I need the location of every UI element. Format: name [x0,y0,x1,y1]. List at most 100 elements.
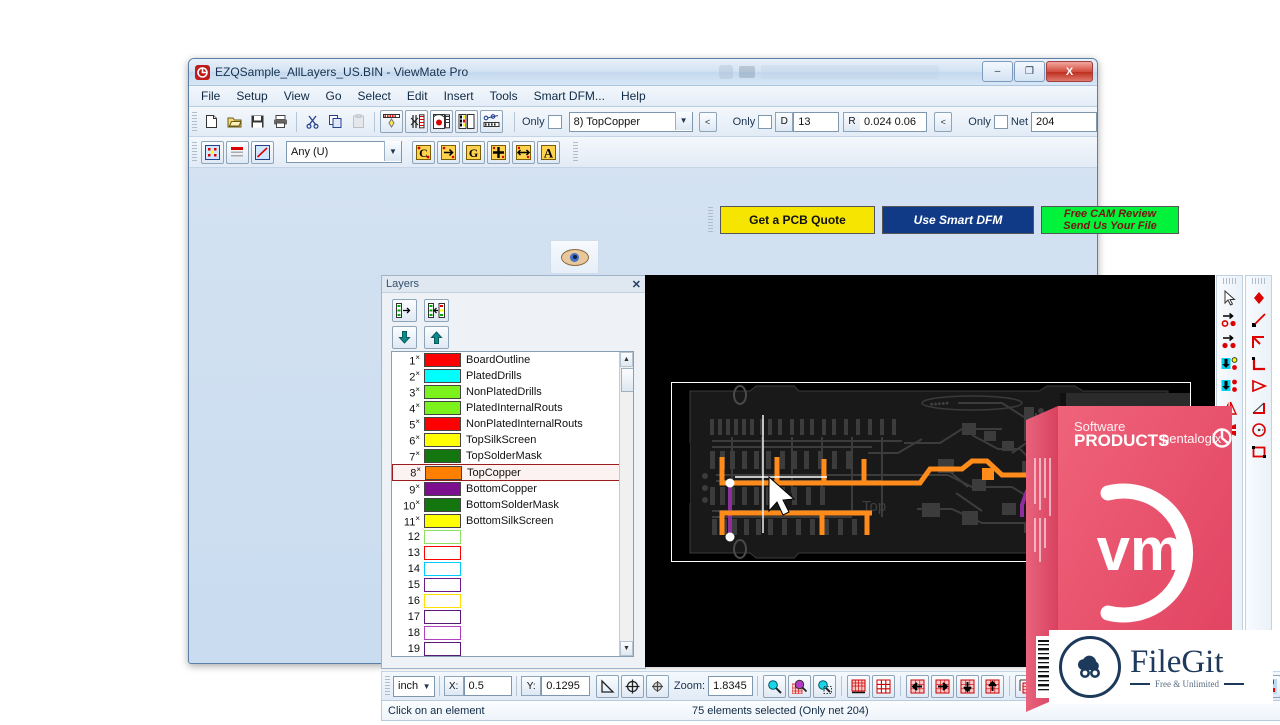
layer-row[interactable]: 19 [392,641,633,656]
layer-move-down-icon[interactable] [392,326,417,349]
group-select-icon[interactable]: G [462,140,485,164]
layers-list[interactable]: 1× BoardOutline 2× PlatedDrills 3× NonPlatedD… [391,351,634,657]
layer-color-swatch[interactable] [424,626,461,640]
layer-color-swatch[interactable] [424,498,461,512]
layer-row[interactable]: 15 [392,577,633,593]
toolbar-grip-3[interactable] [573,142,578,162]
layer-color-swatch[interactable] [425,465,462,480]
copy-icon[interactable] [325,111,346,132]
unit-combo[interactable]: inch ▼ [393,675,435,697]
menu-item-setup[interactable]: Setup [228,88,275,104]
bottom-grip[interactable] [385,676,390,696]
layer-color-swatch[interactable] [424,353,461,367]
menu-item-select[interactable]: Select [350,88,399,104]
menu-item-view[interactable]: View [276,88,318,104]
layers-show-one-icon[interactable] [392,299,417,322]
layer-color-swatch[interactable] [424,594,461,608]
dcode-only-checkbox[interactable] [758,114,773,129]
draw-polyline-icon[interactable] [1248,331,1269,352]
menu-item-smart-dfm[interactable]: Smart DFM... [526,88,613,104]
pan-down-icon[interactable] [956,674,979,698]
layer-row[interactable]: 6× TopSilkScreen [392,432,633,448]
pan-left-icon[interactable] [906,674,929,698]
vtoolbar-grip-b[interactable] [1252,278,1265,284]
pan-right-icon[interactable] [931,674,954,698]
layer-row[interactable]: 18 [392,625,633,641]
zoom-window-icon[interactable] [763,674,786,698]
highlight-layer-icon[interactable] [380,110,403,133]
element-filter-combo[interactable]: Any (U) ▼ [286,141,402,163]
layer-row[interactable]: 11× BottomSilkScreen [392,513,633,529]
open-file-icon[interactable] [224,111,245,132]
fit-page-icon[interactable] [847,674,870,698]
layer-color-swatch[interactable] [424,610,461,624]
layer-color-swatch[interactable] [424,578,461,592]
pointer-select-icon[interactable] [1219,287,1240,308]
layer-row[interactable]: 5× NonPlatedInternalRouts [392,416,633,432]
draw-corner-icon[interactable] [1248,353,1269,374]
layer-row[interactable]: 13 [392,545,633,561]
aperture-icon[interactable] [430,110,453,133]
select-area-icon[interactable] [201,140,224,164]
eye-visibility-icon[interactable] [560,248,589,266]
x-coordinate-field[interactable]: 0.5 [463,676,513,696]
layers-show-all-icon[interactable] [424,299,449,322]
layer-row[interactable]: 16 [392,593,633,609]
free-cam-review-button[interactable]: Free CAM Review Send Us Your File [1041,206,1179,234]
datum-point-icon[interactable] [645,674,669,698]
close-button[interactable]: X [1046,61,1093,82]
copy-pads-icon[interactable] [1219,331,1240,352]
layer-row[interactable]: 4× PlatedInternalRouts [392,400,633,416]
layer-color-swatch[interactable] [424,514,461,528]
layer-row[interactable]: 8× TopCopper [392,464,633,481]
cut-icon[interactable] [302,111,323,132]
draw-circle-icon[interactable] [1248,419,1269,440]
layer-color-swatch[interactable] [424,546,461,560]
y-coordinate-field[interactable]: 0.1295 [541,676,590,696]
move-element-icon[interactable] [437,140,460,164]
layer-color-swatch[interactable] [424,642,461,656]
scroll-up-icon[interactable]: ▲ [620,352,633,367]
layer-row[interactable]: 12 [392,529,633,545]
close-icon[interactable]: ✕ [632,278,641,291]
menu-item-tools[interactable]: Tools [482,88,526,104]
net-value-field[interactable]: 204 [1031,111,1097,132]
vtoolbar-grip-a[interactable] [1223,278,1236,284]
zoom-previous-icon[interactable] [813,674,836,698]
menu-item-edit[interactable]: Edit [399,88,436,104]
zoom-all-icon[interactable] [788,674,811,698]
chevron-down-icon-2[interactable]: ▼ [384,141,401,161]
copper-select-icon[interactable]: C [412,140,435,164]
promo-grip[interactable] [708,207,713,233]
draw-triangle-icon[interactable] [1248,375,1269,396]
layer-stack-icon[interactable] [226,140,249,164]
layer-color-swatch[interactable] [424,433,461,447]
layer-color-swatch[interactable] [424,401,461,415]
expand-select-icon[interactable] [487,140,510,164]
print-icon[interactable] [270,111,291,132]
draw-rectangle-icon[interactable] [1248,441,1269,462]
netlist-icon[interactable] [480,110,503,133]
maximize-button[interactable]: ❐ [1014,61,1045,82]
layer-row[interactable]: 7× TopSolderMask [392,448,633,464]
layer-row[interactable]: 2× PlatedDrills [392,368,633,384]
text-select-icon[interactable]: A [537,140,560,164]
layer-row[interactable]: 3× NonPlatedDrills [392,384,633,400]
dcode-prev-button[interactable]: < [934,111,953,132]
net-only-checkbox[interactable] [993,114,1008,129]
layer-row[interactable]: 10× BottomSolderMask [392,497,633,513]
scrollbar-thumb[interactable] [621,368,633,392]
use-smart-dfm-button[interactable]: Use Smart DFM [882,206,1034,234]
layer-color-swatch[interactable] [424,482,461,496]
set-origin-icon[interactable] [620,674,644,698]
layer-color-swatch[interactable] [424,530,461,544]
draw-line-icon-2[interactable] [1248,309,1269,330]
layer-color-swatch[interactable] [424,562,461,576]
layer-down-pads-icon[interactable] [1219,353,1240,374]
layer-up-pads-icon[interactable] [1219,375,1240,396]
layer-row[interactable]: 9× BottomCopper [392,481,633,497]
menu-item-help[interactable]: Help [613,88,654,104]
layer-color-swatch[interactable] [424,417,461,431]
menu-item-file[interactable]: File [193,88,228,104]
menu-item-go[interactable]: Go [318,88,350,104]
